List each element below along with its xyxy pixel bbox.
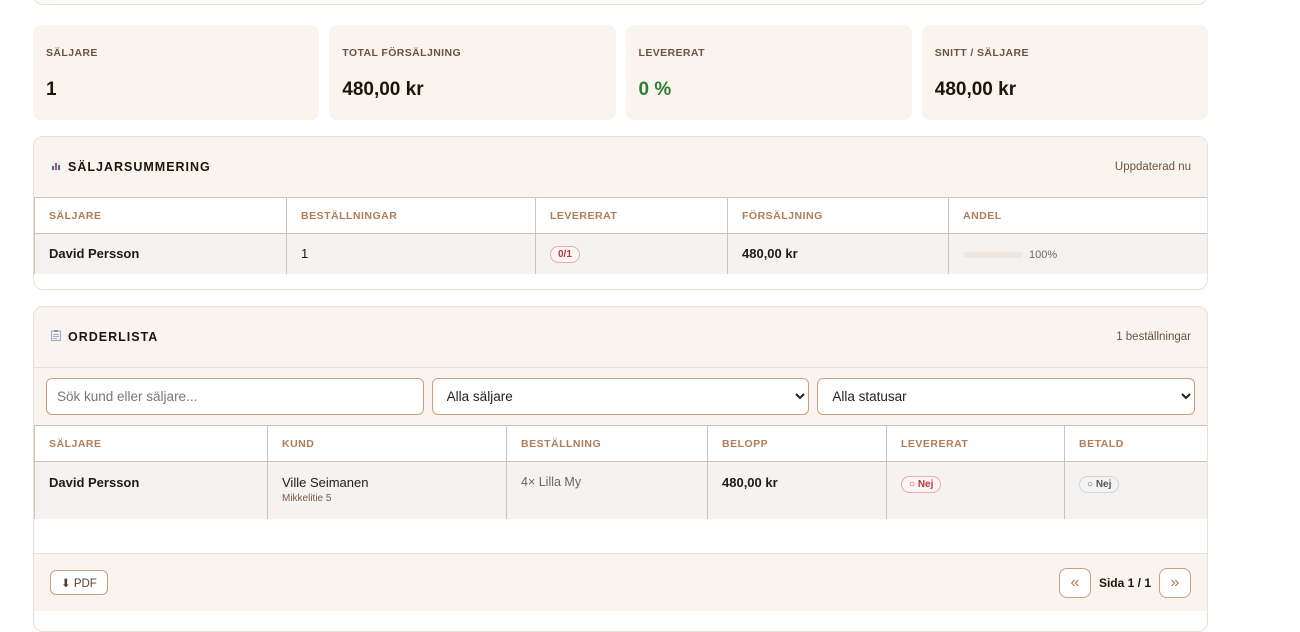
order-count: 1 (286, 233, 536, 274)
order-count-label: 1 beställningar (1116, 331, 1191, 343)
summary-table: SÄLJARE BESTÄLLNINGAR LEVERERAT FÖRSÄLJN… (34, 197, 1207, 274)
seller-name: David Persson (34, 233, 287, 274)
column-header[interactable]: KUND (267, 425, 507, 462)
card-header: SÄLJARSUMMERING Uppdaterad nu (34, 137, 1207, 197)
stat-label: LEVERERAT (638, 47, 705, 59)
page-indicator: Sida 1 / 1 (1098, 575, 1151, 590)
prev-page-button[interactable]: « (1058, 567, 1091, 598)
seller-summary-card: SÄLJARSUMMERING Uppdaterad nu SÄLJARE BE… (33, 136, 1208, 290)
stats-row: SÄLJARE 1 TOTAL FÖRSÄLJNING 480,00 kr LE… (33, 25, 1208, 120)
column-header[interactable]: SÄLJARE (34, 425, 268, 462)
order-items: 4× Lilla My (506, 461, 708, 519)
column-header[interactable]: LEVERERAT (535, 197, 728, 234)
column-header[interactable]: SÄLJARE (34, 197, 287, 234)
card-footer: ⬇ PDF « Sida 1 / 1 » (34, 553, 1207, 611)
bar-chart-icon (50, 160, 62, 174)
stat-total-sales: TOTAL FÖRSÄLJNING 480,00 kr (329, 25, 616, 120)
pagination: « Sida 1 / 1 » (1058, 567, 1191, 598)
table-row[interactable]: David Persson 1 0/1 480,00 kr 100% (34, 233, 1207, 274)
column-header[interactable]: BESTÄLLNING (506, 425, 708, 462)
card-title-text: ORDERLISTA (68, 330, 159, 344)
top-card-edge (33, 0, 1208, 5)
delivered-cell: ○ Nej (886, 461, 1065, 519)
share-percent: 100% (1029, 248, 1058, 261)
filter-bar: Alla säljare Alla statusar (34, 367, 1207, 425)
sales-amount: 480,00 kr (727, 233, 949, 274)
customer-address: Mikkelitie 5 (282, 493, 332, 504)
search-input[interactable] (46, 378, 424, 415)
table-header-row: SÄLJARE BESTÄLLNINGAR LEVERERAT FÖRSÄLJN… (34, 197, 1207, 234)
share-cell: 100% (948, 233, 1207, 274)
updated-label: Uppdaterad nu (1114, 161, 1191, 173)
orders-table: SÄLJARE KUND BESTÄLLNING BELOPP LEVERERA… (34, 425, 1207, 519)
stat-label: TOTAL FÖRSÄLJNING (342, 47, 462, 59)
stat-value: 480,00 kr (934, 79, 1017, 100)
order-amount: 480,00 kr (707, 461, 887, 519)
paid-badge[interactable]: ○ Nej (1079, 476, 1120, 493)
customer-cell: Ville Seimanen Mikkelitie 5 (267, 461, 507, 519)
paid-cell: ○ Nej (1064, 461, 1207, 519)
delivered-cell: 0/1 (535, 233, 728, 274)
card-title-text: SÄLJARSUMMERING (68, 160, 211, 174)
stat-delivered: LEVERERAT 0 % (625, 25, 912, 120)
seller-name: David Persson (34, 461, 268, 519)
table-row[interactable]: David Persson Ville Seimanen Mikkelitie … (34, 461, 1207, 519)
column-header[interactable]: LEVERERAT (886, 425, 1065, 462)
stat-value: 1 (46, 79, 57, 100)
stat-value: 0 % (638, 79, 672, 100)
stat-sellers: SÄLJARE 1 (33, 25, 320, 120)
table-header-row: SÄLJARE KUND BESTÄLLNING BELOPP LEVERERA… (34, 425, 1207, 462)
order-list-card: ORDERLISTA 1 beställningar Alla säljare … (33, 306, 1208, 632)
share-bar (963, 251, 1023, 258)
delivered-badge: 0/1 (550, 245, 580, 263)
stat-label: SÄLJARE (46, 47, 98, 59)
page: SÄLJARE 1 TOTAL FÖRSÄLJNING 480,00 kr LE… (0, 0, 1300, 632)
status-filter-select[interactable]: Alla statusar (817, 378, 1196, 415)
pdf-download-button[interactable]: ⬇ PDF (50, 570, 108, 595)
stat-label: SNITT / SÄLJARE (934, 47, 1029, 59)
column-header[interactable]: FÖRSÄLJNING (727, 197, 949, 234)
column-header[interactable]: BESTÄLLNINGAR (286, 197, 536, 234)
card-title: SÄLJARSUMMERING (50, 160, 211, 174)
clipboard-icon (50, 330, 62, 344)
column-header[interactable]: ANDEL (948, 197, 1207, 234)
card-header: ORDERLISTA 1 beställningar (34, 307, 1207, 367)
seller-filter-select[interactable]: Alla säljare (431, 378, 810, 415)
stat-average: SNITT / SÄLJARE 480,00 kr (921, 25, 1208, 120)
share-bar-fill (963, 251, 1023, 258)
card-title: ORDERLISTA (50, 330, 158, 344)
delivered-badge[interactable]: ○ Nej (901, 476, 942, 493)
stat-value: 480,00 kr (342, 79, 424, 100)
column-header[interactable]: BETALD (1064, 425, 1207, 462)
column-header[interactable]: BELOPP (707, 425, 887, 462)
customer-name: Ville Seimanen (282, 475, 369, 490)
next-page-button[interactable]: » (1159, 567, 1191, 598)
